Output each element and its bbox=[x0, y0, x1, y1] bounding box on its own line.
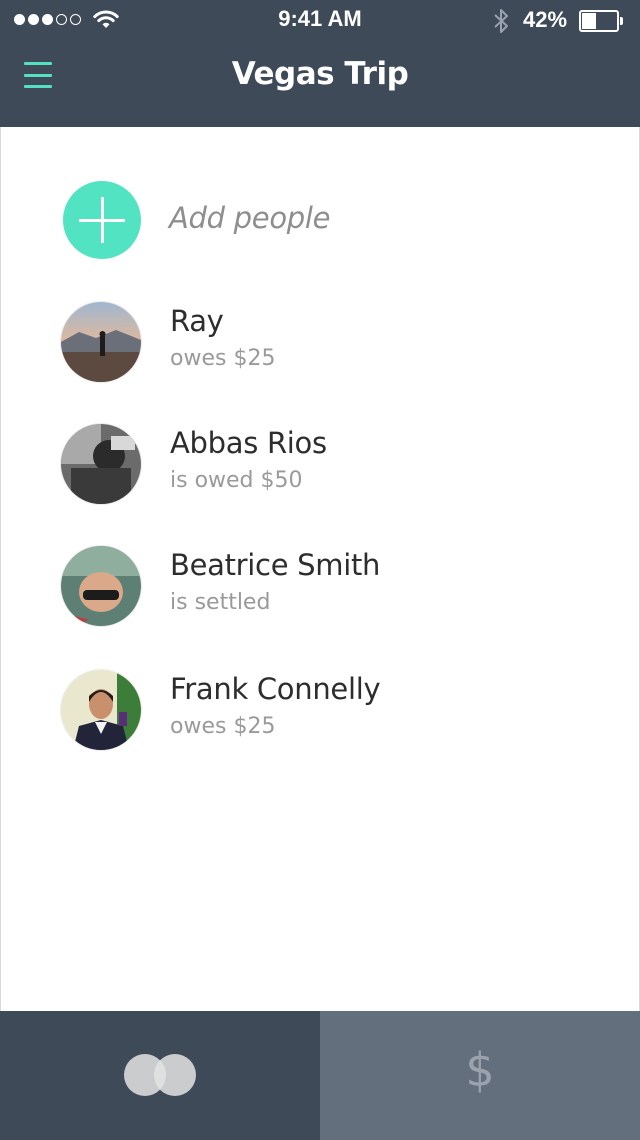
status-bar: 9:41 AM 42% bbox=[0, 0, 640, 40]
battery-percent: 42% bbox=[523, 7, 568, 32]
dollar-icon: $ bbox=[465, 1043, 495, 1097]
avatar bbox=[61, 670, 141, 750]
page-title: Vegas Trip bbox=[231, 56, 409, 92]
person-balance-status: is settled bbox=[170, 590, 271, 615]
person-name: Ray bbox=[170, 304, 224, 338]
add-people-label: Add people bbox=[169, 201, 331, 235]
person-name: Beatrice Smith bbox=[170, 548, 381, 582]
avatar bbox=[61, 424, 141, 504]
person-row-abbas-rios[interactable]: Abbas Rios is owed $50 bbox=[61, 424, 581, 506]
person-balance-status: is owed $50 bbox=[170, 468, 303, 493]
avatar bbox=[61, 546, 141, 626]
tab-people[interactable] bbox=[0, 1011, 320, 1140]
tab-payments[interactable]: $ bbox=[320, 1011, 640, 1140]
battery-icon bbox=[579, 10, 623, 32]
person-name: Frank Connelly bbox=[170, 672, 381, 706]
person-balance-status: owes $25 bbox=[170, 714, 276, 739]
add-people-button[interactable]: Add people bbox=[63, 181, 543, 259]
people-list: Add people Ray owes $25 Abbas Rios is ow… bbox=[0, 127, 640, 1011]
tab-bar: $ bbox=[0, 1011, 640, 1140]
bluetooth-icon bbox=[494, 9, 508, 33]
person-balance-status: owes $25 bbox=[170, 346, 276, 371]
person-row-beatrice-smith[interactable]: Beatrice Smith is settled bbox=[61, 546, 581, 628]
avatar bbox=[61, 302, 141, 382]
person-row-frank-connelly[interactable]: Frank Connelly owes $25 bbox=[61, 670, 581, 752]
battery-level-fill bbox=[582, 13, 596, 29]
person-row-ray[interactable]: Ray owes $25 bbox=[61, 302, 581, 384]
overlapping-circles-icon bbox=[124, 1054, 196, 1096]
plus-icon[interactable] bbox=[63, 181, 141, 259]
person-name: Abbas Rios bbox=[170, 426, 327, 460]
app-header: 9:41 AM 42% Vegas Trip bbox=[0, 0, 640, 127]
